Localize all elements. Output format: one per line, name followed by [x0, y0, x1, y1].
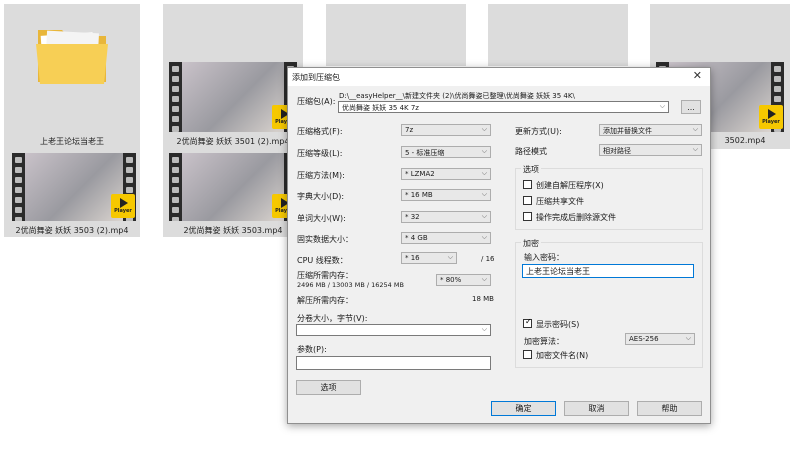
- chevron-down-icon: ⌵: [659, 102, 665, 110]
- browse-button[interactable]: ...: [681, 100, 701, 114]
- enc-names-label: 加密文件名(N): [536, 351, 589, 360]
- chevron-down-icon: ⌵: [685, 334, 691, 342]
- options-group-title: 选项: [521, 164, 541, 175]
- params-input[interactable]: [296, 356, 491, 370]
- solid-label: 固实数据大小：: [297, 235, 353, 244]
- video-tile[interactable]: Player 2优尚舞姿 妖妖 3503 (2).mp4: [4, 149, 140, 237]
- chevron-down-icon: ⌵: [692, 145, 698, 153]
- chevron-down-icon: ⌵: [447, 253, 453, 261]
- show-password-label: 显示密码(S): [536, 320, 580, 329]
- player-badge-icon: Player: [759, 105, 783, 129]
- folder-icon: [36, 30, 108, 84]
- level-select[interactable]: 5 - 标准压缩 ⌵: [401, 146, 491, 158]
- chevron-down-icon: ⌵: [481, 190, 487, 198]
- mem-decomp-label: 解压所需内存：: [297, 296, 353, 305]
- chevron-down-icon: ⌵: [481, 147, 487, 155]
- enc-method-label: 加密算法：: [524, 337, 564, 346]
- player-badge-icon: Player: [111, 194, 135, 218]
- options-button[interactable]: 选项: [296, 380, 361, 395]
- folder-label: 上老王论坛当老王: [40, 137, 104, 146]
- video-thumbnail: Player: [12, 153, 136, 221]
- update-label: 更新方式(U):: [515, 127, 562, 136]
- video-thumbnail: Player: [169, 153, 297, 221]
- mem-decomp-value: 18 MB: [472, 295, 494, 303]
- chevron-down-icon: ⌵: [481, 125, 487, 133]
- sfx-label: 创建自解压程序(X): [536, 181, 604, 190]
- add-to-archive-dialog: 添加到压缩包 ✕ 压缩包(A): D:\__easyHelper__\新建文件夹…: [287, 67, 711, 424]
- password-input[interactable]: 上老王论坛当老王: [522, 264, 694, 278]
- dict-label: 字典大小(D):: [297, 192, 345, 201]
- chevron-down-icon: ⌵: [481, 169, 487, 177]
- archive-path: D:\__easyHelper__\新建文件夹 (2)\优尚舞姿已整理\优尚舞姿…: [339, 92, 575, 100]
- video-tile[interactable]: [488, 4, 628, 66]
- format-select[interactable]: 7z ⌵: [401, 124, 491, 136]
- file-label: 2优尚舞姿 妖妖 3503.mp4: [183, 226, 283, 235]
- split-combo[interactable]: ⌵: [296, 324, 491, 336]
- solid-select[interactable]: * 4 GB ⌵: [401, 232, 491, 244]
- threads-label: CPU 线程数：: [297, 256, 348, 265]
- shared-checkbox[interactable]: [523, 196, 532, 205]
- cancel-button[interactable]: 取消: [564, 401, 629, 416]
- archive-name-value: 优尚舞姿 妖妖 35 4K 7z: [342, 104, 419, 112]
- path-mode-label: 路径模式: [515, 147, 547, 156]
- video-thumbnail: Player: [169, 62, 297, 132]
- word-label: 单词大小(W):: [297, 214, 346, 223]
- level-label: 压缩等级(L):: [297, 149, 343, 158]
- file-label: 2优尚舞姿 妖妖 3501 (2).mp4: [176, 137, 290, 146]
- close-icon[interactable]: ✕: [693, 69, 702, 82]
- delete-label: 操作完成后删除源文件: [536, 213, 616, 222]
- enc-names-checkbox[interactable]: [523, 350, 532, 359]
- method-select[interactable]: * LZMA2 ⌵: [401, 168, 491, 180]
- file-label: 2优尚舞姿 妖妖 3503 (2).mp4: [15, 226, 129, 235]
- help-button[interactable]: 帮助: [637, 401, 702, 416]
- threads-select[interactable]: * 16 ⌵: [401, 252, 457, 264]
- word-select[interactable]: * 32 ⌵: [401, 211, 491, 223]
- chevron-down-icon: ⌵: [481, 275, 487, 283]
- shared-label: 压缩共享文件: [536, 197, 584, 206]
- video-tile[interactable]: Player 2优尚舞姿 妖妖 3501 (2).mp4: [163, 4, 303, 149]
- chevron-down-icon: ⌵: [481, 233, 487, 241]
- dict-select[interactable]: * 16 MB ⌵: [401, 189, 491, 201]
- folder-tile[interactable]: 上老王论坛当老王: [4, 4, 140, 149]
- video-tile[interactable]: Player 2优尚舞姿 妖妖 3503.mp4: [163, 149, 303, 237]
- params-label: 参数(P):: [297, 345, 327, 354]
- archive-label: 压缩包(A):: [297, 97, 336, 106]
- sfx-checkbox[interactable]: [523, 180, 532, 189]
- file-label: 3502.mp4: [724, 136, 766, 145]
- enc-method-select[interactable]: AES-256 ⌵: [625, 333, 695, 345]
- archive-name-combo[interactable]: 优尚舞姿 妖妖 35 4K 7z ⌵: [338, 101, 669, 113]
- mem-comp-value: 2496 MB / 13003 MB / 16254 MB: [297, 281, 404, 289]
- chevron-down-icon: ⌵: [481, 212, 487, 220]
- dialog-title: 添加到压缩包: [292, 73, 340, 82]
- method-label: 压缩方法(M):: [297, 171, 345, 180]
- encryption-group-title: 加密: [521, 238, 541, 249]
- ok-button[interactable]: 确定: [491, 401, 556, 416]
- path-mode-select[interactable]: 相对路径 ⌵: [599, 144, 702, 156]
- format-label: 压缩格式(F):: [297, 127, 343, 136]
- show-password-checkbox[interactable]: [523, 317, 532, 328]
- chevron-down-icon: ⌵: [692, 125, 698, 133]
- threads-max: / 16: [481, 255, 495, 263]
- video-tile[interactable]: [326, 4, 466, 66]
- password-label: 输入密码：: [524, 253, 564, 262]
- update-select[interactable]: 添加并替换文件 ⌵: [599, 124, 702, 136]
- delete-checkbox[interactable]: [523, 212, 532, 221]
- mem-percent-select[interactable]: * 80% ⌵: [436, 274, 491, 286]
- mem-comp-label: 压缩所需内存：: [297, 271, 353, 280]
- chevron-down-icon: ⌵: [481, 325, 487, 333]
- title-bar: 添加到压缩包 ✕: [288, 68, 710, 86]
- split-label: 分卷大小，字节(V):: [297, 314, 368, 323]
